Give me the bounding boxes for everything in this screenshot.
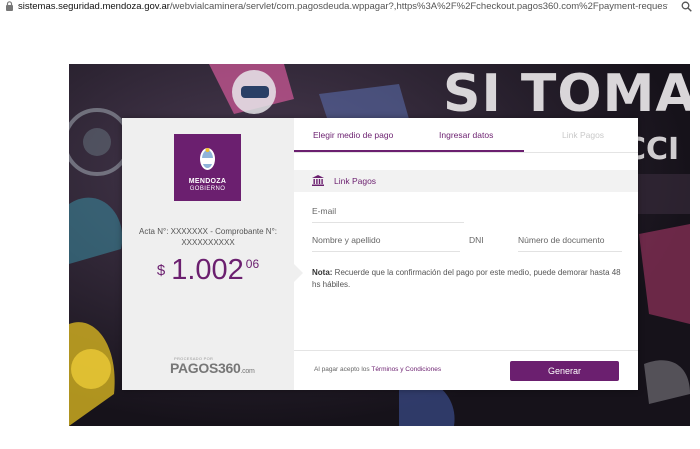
amount-decimals: 06 — [245, 257, 260, 271]
note-prefix: Nota: — [312, 268, 333, 277]
selected-payment-method: Link Pagos — [294, 170, 638, 192]
step-tabs: Elegir medio de pago Ingresar datos Link… — [294, 118, 638, 153]
full-name-field[interactable]: Nombre y apellido — [312, 235, 460, 252]
email-field[interactable]: E-mail — [312, 206, 464, 223]
checkout-dialog: MENDOZA GOBIERNO Acta N°: XXXXXXX - Comp… — [122, 118, 638, 390]
logo-line-1: MENDOZA — [188, 178, 227, 185]
merchant-logo: MENDOZA GOBIERNO — [174, 134, 241, 201]
pagos360-suffix: .com — [240, 368, 255, 375]
payment-amount: $1.002 06 — [122, 254, 294, 287]
document-type-select[interactable]: DNI — [469, 235, 509, 251]
search-icon[interactable] — [681, 1, 692, 12]
payment-reference: Acta N°: XXXXXXX - Comprobante N°: XXXXX… — [138, 227, 277, 247]
merchant-panel: MENDOZA GOBIERNO Acta N°: XXXXXXX - Comp… — [122, 118, 294, 390]
step-progress-bar — [294, 150, 524, 152]
note-text: Recuerde que la confirmación del pago po… — [312, 268, 621, 289]
tab-ingresar-datos[interactable]: Ingresar datos — [439, 130, 493, 140]
terms-text: Al pagar acepto los Términos y Condicion… — [314, 366, 441, 373]
generate-button[interactable]: Generar — [510, 361, 619, 381]
bank-icon — [312, 175, 324, 186]
url-text[interactable]: sistemas.seguridad.mendoza.gov.ar/webvia… — [18, 0, 668, 13]
payment-note: Nota: Recuerde que la confirmación del p… — [312, 267, 627, 291]
amount-integer: 1.002 — [171, 254, 244, 286]
payment-form-panel: Elegir medio de pago Ingresar datos Link… — [294, 118, 638, 390]
background-headline: SI TOMA — [443, 64, 690, 124]
terms-prefix: Al pagar acepto los — [314, 366, 372, 373]
tab-link-pagos: Link Pagos — [562, 130, 605, 140]
logo-line-2: GOBIERNO — [189, 186, 226, 192]
terms-link[interactable]: Términos y Condiciones — [371, 366, 441, 373]
coat-of-arms-icon — [200, 148, 215, 170]
lock-icon — [6, 1, 13, 11]
pagos360-logo: PAGOS360.com — [170, 360, 255, 376]
url-domain: sistemas.seguridad.mendoza.gov.ar — [18, 1, 170, 12]
dialog-footer: Al pagar acepto los Términos y Condicion… — [294, 350, 638, 391]
url-path: /webvialcaminera/servlet/com.pagosdeuda.… — [169, 1, 668, 12]
tab-elegir-medio[interactable]: Elegir medio de pago — [313, 130, 393, 140]
payment-method-label: Link Pagos — [334, 176, 377, 186]
pagos360-brand: PAGOS360 — [170, 360, 241, 376]
powered-by: PROCESADO POR PAGOS360.com — [164, 356, 264, 382]
document-number-field[interactable]: Número de documento — [518, 235, 622, 252]
address-bar[interactable]: sistemas.seguridad.mendoza.gov.ar/webvia… — [0, 0, 700, 14]
amount-currency: $ — [156, 262, 166, 279]
